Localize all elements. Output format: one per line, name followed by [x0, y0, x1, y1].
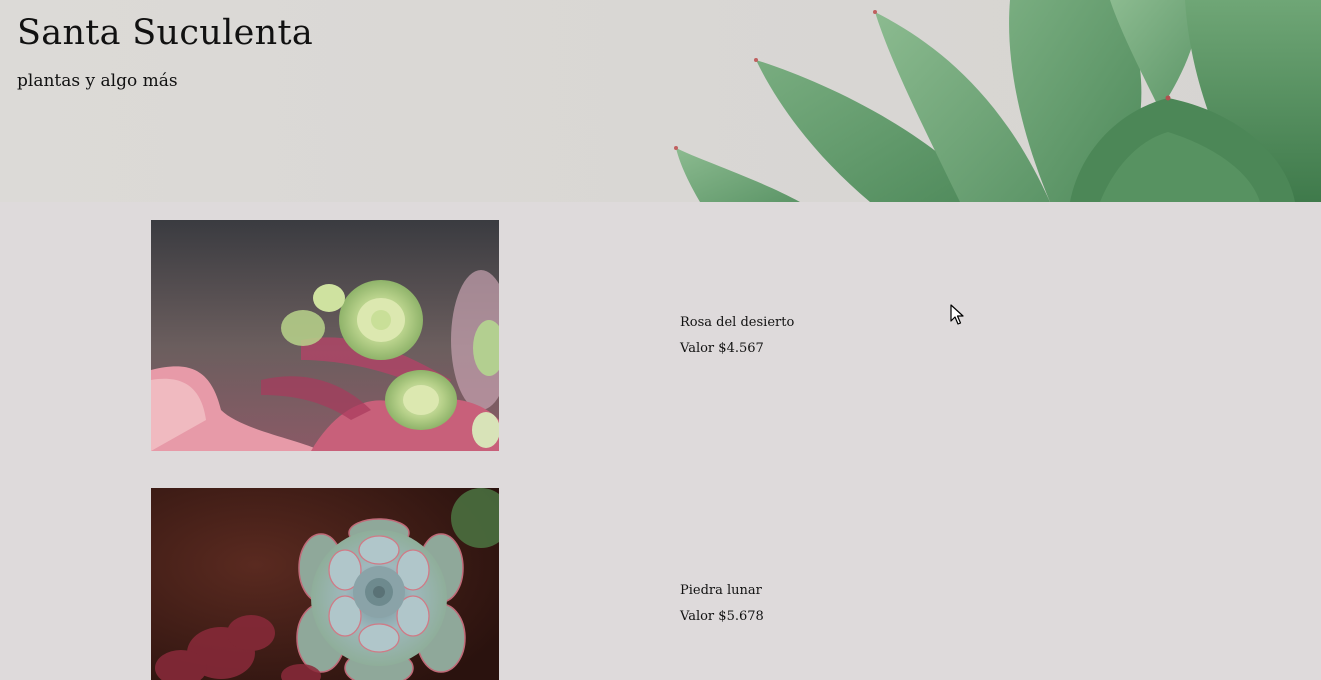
price-prefix: Valor — [680, 341, 715, 356]
site-title: Santa Suculenta — [17, 13, 313, 53]
product-name: Rosa del desierto — [680, 315, 795, 330]
product-card: Piedra lunar Valor $5.678 — [151, 488, 1151, 680]
site-subtitle: plantas y algo más — [17, 71, 178, 91]
product-price: $4.567 — [718, 341, 764, 356]
hero-banner: Santa Suculenta plantas y algo más — [0, 0, 1321, 202]
product-name: Piedra lunar — [680, 583, 762, 598]
product-price-row: Valor $5.678 — [680, 609, 764, 625]
product-price-row: Valor $4.567 — [680, 341, 794, 357]
product-info: Rosa del desierto Valor $4.567 — [680, 315, 794, 357]
mouse-cursor-icon — [950, 304, 964, 325]
echeveria-photo[interactable] — [151, 488, 499, 680]
succulent-rose-photo[interactable] — [151, 220, 499, 451]
price-prefix: Valor — [680, 609, 715, 624]
product-card: Rosa del desierto Valor $4.567 — [151, 220, 1151, 451]
product-price: $5.678 — [718, 609, 764, 624]
product-info: Piedra lunar Valor $5.678 — [680, 583, 764, 625]
